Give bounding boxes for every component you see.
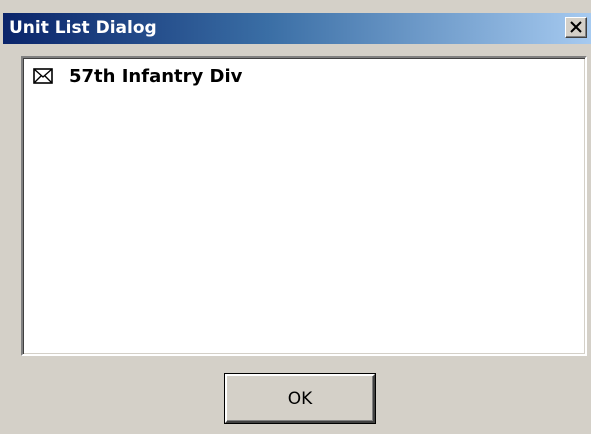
unit-list-dialog: Unit List Dialog 57th Infantry Div OK — [0, 0, 591, 434]
ok-button[interactable]: OK — [225, 374, 375, 423]
title-bar[interactable]: Unit List Dialog — [3, 13, 591, 44]
envelope-icon — [33, 68, 53, 84]
window-title: Unit List Dialog — [9, 18, 157, 38]
close-button[interactable] — [565, 17, 587, 38]
list-item-label: 57th Infantry Div — [69, 65, 243, 87]
list-item[interactable]: 57th Infantry Div — [33, 64, 242, 88]
close-icon — [570, 21, 582, 33]
ok-button-label: OK — [287, 388, 313, 409]
unit-listbox[interactable]: 57th Infantry Div — [21, 56, 587, 356]
